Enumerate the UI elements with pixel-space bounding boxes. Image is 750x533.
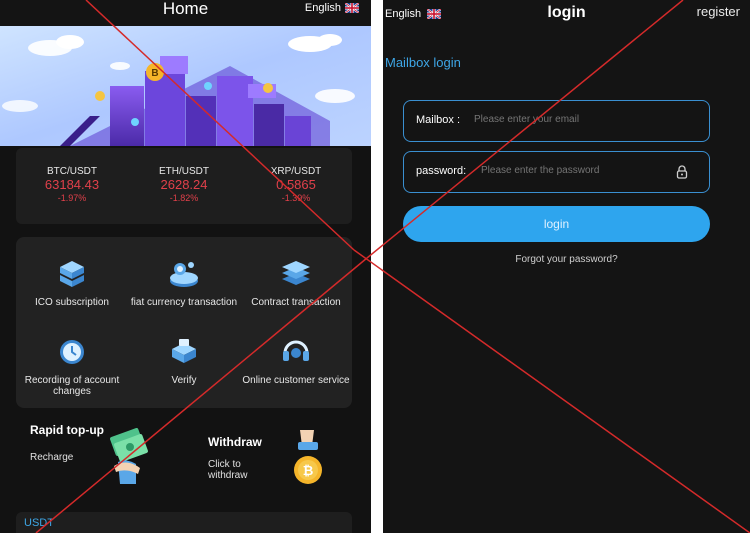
menu-item-ico-subscription[interactable]: ICO subscription [16, 259, 128, 308]
withdraw-subtitle: Click to withdraw [208, 459, 248, 481]
menu-item-label: ICO subscription [35, 297, 109, 308]
menu-item-verify[interactable]: Verify [128, 337, 240, 386]
headset-icon [283, 340, 309, 361]
usdt-section[interactable]: USDT [16, 512, 352, 533]
forgot-password-link[interactable]: Forgot your password? [383, 254, 750, 265]
menu-item-label: Contract transaction [251, 297, 341, 308]
lock-icon[interactable] [675, 165, 689, 179]
ticker-pair: ETH/USDT [159, 166, 209, 177]
bitcoin-hand-icon: ₿ [294, 430, 322, 484]
mailbox-login-tab[interactable]: Mailbox login [385, 55, 461, 70]
svg-text:B: B [151, 68, 158, 79]
mailbox-label: Mailbox : [416, 114, 461, 126]
ticker-price: 0.5865 [276, 177, 316, 192]
feature-menu: ICO subscription fiat currency transacti… [16, 237, 352, 408]
page-title: login [547, 4, 586, 21]
menu-item-label: Recording of account changes [24, 375, 120, 397]
clock-icon [60, 340, 84, 364]
home-screen: Home English B BTC/USDT 63184.43 -1.97% … [0, 0, 371, 533]
menu-item-label: Verify [171, 375, 197, 386]
language-selector[interactable]: English [305, 2, 359, 14]
ticker-xrp[interactable]: XRP/USDT 0.5865 -1.39% [240, 166, 352, 204]
withdraw-card[interactable]: Withdraw Click to withdraw [208, 424, 288, 482]
password-field: password: [403, 151, 710, 193]
menu-item-account-changes[interactable]: Recording of account changes [16, 337, 128, 397]
ticker-price: 2628.24 [160, 177, 208, 192]
menu-item-fiat-currency[interactable]: fiat currency transaction [128, 259, 240, 308]
rapid-topup-title: Rapid top-up [30, 423, 104, 437]
screenshot-divider [371, 0, 383, 533]
ticker-change: -1.97% [57, 193, 87, 203]
ticker-pair: XRP/USDT [270, 166, 322, 177]
login-button[interactable]: login [403, 206, 710, 242]
password-input[interactable] [481, 165, 661, 176]
ticker-panel: BTC/USDT 63184.43 -1.97% ETH/USDT 2628.2… [16, 148, 352, 224]
menu-item-label: Online customer service [242, 375, 350, 386]
ticker-btc[interactable]: BTC/USDT 63184.43 -1.97% [16, 166, 128, 204]
id-card-icon [172, 339, 196, 363]
ticker-price: 63184.43 [44, 177, 100, 192]
password-label: password: [416, 165, 467, 177]
menu-item-label: fiat currency transaction [130, 297, 238, 308]
menu-item-customer-service[interactable]: Online customer service [240, 337, 352, 386]
withdraw-title: Withdraw [208, 435, 262, 449]
ticker-pair: BTC/USDT [47, 166, 97, 177]
mailbox-field: Mailbox : [403, 100, 710, 142]
menu-item-contract-transaction[interactable]: Contract transaction [240, 259, 352, 308]
server-stack-icon [60, 261, 84, 287]
home-header: Home English [0, 0, 371, 26]
svg-text:₿: ₿ [303, 463, 314, 478]
coin-exchange-icon [170, 262, 198, 287]
rapid-topup-card[interactable]: Rapid top-up Recharge [30, 423, 106, 464]
layers-icon [282, 261, 310, 285]
cash-hand-icon [110, 428, 148, 484]
uk-flag-icon [345, 3, 359, 13]
home-banner: B [0, 26, 371, 146]
ticker-eth[interactable]: ETH/USDT 2628.24 -1.82% [128, 166, 240, 204]
email-input[interactable] [474, 114, 694, 125]
usdt-label: USDT [24, 517, 54, 529]
language-label: English [304, 2, 341, 14]
ticker-change: -1.39% [281, 193, 311, 203]
login-screen: English login register Mailbox login Mai… [383, 0, 750, 533]
ticker-change: -1.82% [169, 193, 199, 203]
register-link[interactable]: register [697, 4, 740, 19]
rapid-topup-subtitle: Recharge [30, 452, 74, 463]
